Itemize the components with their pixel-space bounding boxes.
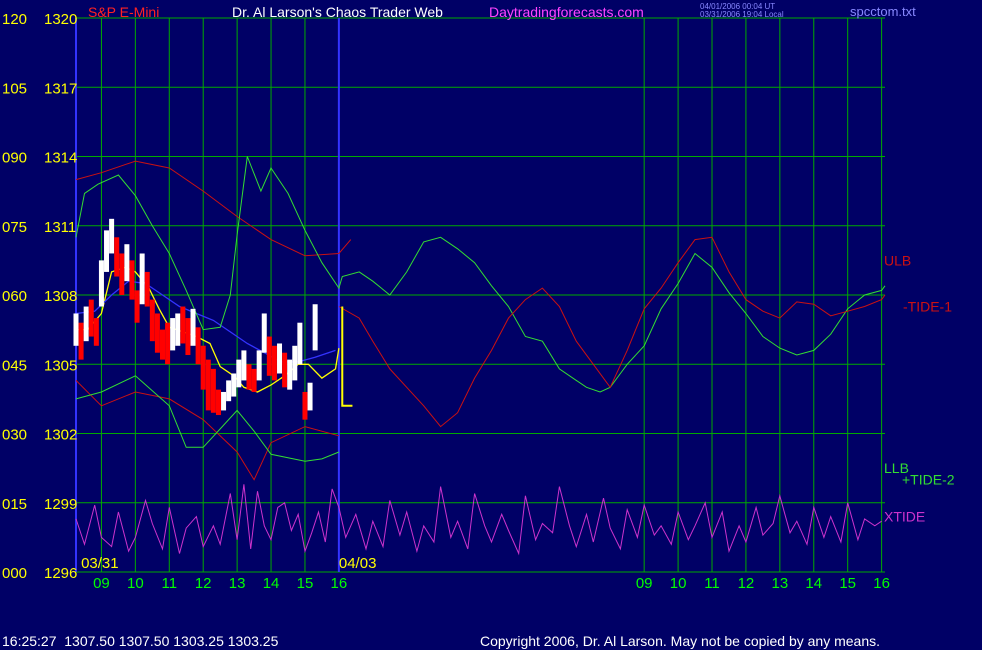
file-name: spcctom.txt: [850, 4, 916, 19]
y-tick-price: 1308: [44, 288, 77, 305]
y-tick-osc: 090: [2, 150, 27, 167]
chart-background: [0, 0, 982, 650]
author-title: Dr. Al Larson's Chaos Trader Web: [232, 4, 443, 20]
y-tick-price: 1317: [44, 80, 77, 97]
x-tick-label: 16: [331, 575, 348, 592]
chaos-trader-chart: 120 1320105 1317090 1314075 1311060 1308045 13…: [0, 0, 982, 650]
x-tick-label: 09: [93, 575, 110, 592]
y-tick-osc: 120: [2, 11, 27, 28]
footer-quote: 16:25:27 1307.50 1307.50 1303.25 1303.25: [2, 633, 279, 649]
y-tick-osc: 060: [2, 288, 27, 305]
y-tick-osc: 000: [2, 565, 27, 582]
x-tick-label: 14: [263, 575, 280, 592]
x-tick-label: 12: [738, 575, 755, 592]
y-tick-price: 1314: [44, 150, 77, 167]
x-tick-label: 10: [127, 575, 144, 592]
y-tick-price: 1302: [44, 427, 77, 444]
y-tick-price: 1299: [44, 496, 77, 513]
x-tick-label: 15: [839, 575, 856, 592]
x-tick-label: 16: [873, 575, 890, 592]
y-tick-osc: 015: [2, 496, 27, 513]
y-tick-osc: 105: [2, 80, 27, 97]
timestamp-local: 03/31/2006 19:04 Local: [700, 10, 784, 19]
series-label: ULB: [884, 252, 911, 268]
x-tick-label: 11: [161, 575, 177, 592]
date-label: 04/03: [339, 555, 377, 572]
y-tick-price: 1320: [44, 11, 77, 28]
symbol-title: S&P E-Mini: [88, 4, 159, 20]
y-tick-osc: 075: [2, 219, 27, 236]
y-tick-osc: 045: [2, 357, 27, 374]
x-tick-label: 13: [772, 575, 789, 592]
series-label: XTIDE: [884, 509, 925, 525]
x-tick-label: 13: [229, 575, 246, 592]
y-tick-osc: 030: [2, 427, 27, 444]
x-tick-label: 09: [636, 575, 653, 592]
y-tick-price: 1296: [44, 565, 77, 582]
y-tick-price: 1311: [44, 219, 76, 236]
site-title: Daytradingforecasts.com: [489, 4, 644, 20]
x-tick-label: 12: [195, 575, 212, 592]
x-tick-label: 10: [670, 575, 687, 592]
date-label: 03/31: [81, 555, 119, 572]
series-label: +TIDE-2: [902, 472, 955, 488]
y-tick-price: 1305: [44, 357, 77, 374]
x-tick-label: 11: [704, 575, 720, 592]
footer-copyright: Copyright 2006, Dr. Al Larson. May not b…: [480, 633, 880, 649]
series-label: -TIDE-1: [903, 299, 952, 315]
x-tick-label: 14: [805, 575, 822, 592]
x-tick-label: 15: [297, 575, 314, 592]
